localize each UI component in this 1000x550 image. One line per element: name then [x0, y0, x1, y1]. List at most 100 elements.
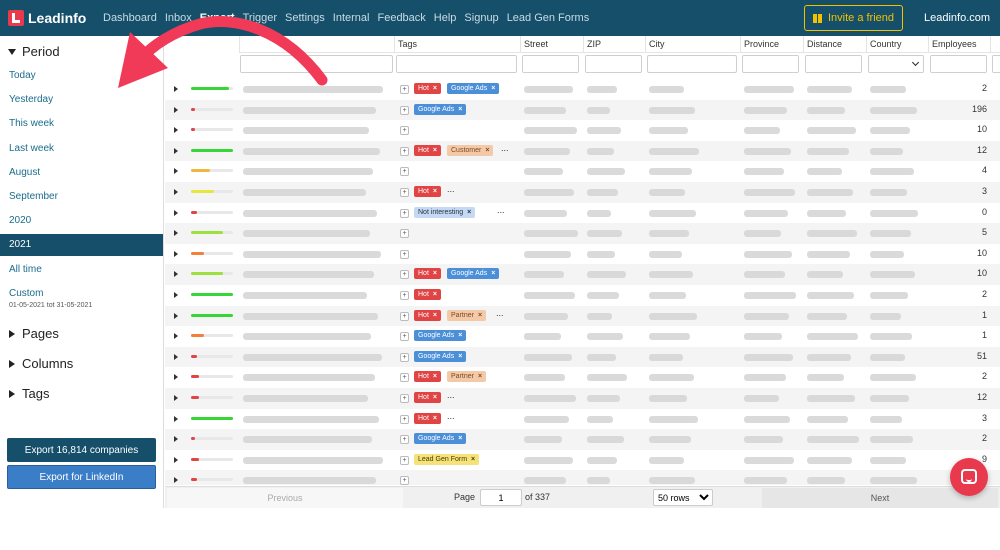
- tags-filter[interactable]: [396, 55, 517, 73]
- add-tag-button[interactable]: +: [400, 373, 409, 383]
- header-zip[interactable]: ZIP: [583, 36, 645, 53]
- table-row[interactable]: + Hot ×... 12: [165, 388, 1000, 409]
- tag-chip[interactable]: Google Ads ×: [414, 433, 467, 445]
- previous-page-button[interactable]: Previous: [167, 488, 403, 508]
- tag-chip[interactable]: Google Ads ×: [414, 103, 467, 115]
- add-tag-button[interactable]: +: [400, 208, 409, 218]
- nav-link-signup[interactable]: Signup: [464, 12, 498, 24]
- table-row[interactable]: + Google Ads × 196: [165, 99, 1000, 121]
- remove-tag-icon[interactable]: ×: [433, 270, 437, 277]
- add-tag-button[interactable]: +: [400, 455, 409, 465]
- remove-tag-icon[interactable]: ×: [433, 291, 437, 298]
- remove-tag-icon[interactable]: ×: [433, 85, 437, 92]
- period-item-2021[interactable]: 2021: [0, 234, 163, 257]
- tag-chip[interactable]: Lead Gen Form ×: [414, 453, 480, 465]
- add-tag-button[interactable]: +: [400, 85, 409, 94]
- remove-tag-icon[interactable]: ×: [433, 394, 437, 401]
- period-item-all-time[interactable]: All time: [0, 259, 163, 281]
- tag-chip[interactable]: Hot ×: [414, 83, 441, 94]
- leadinfo-site-link[interactable]: Leadinfo.com: [924, 12, 990, 24]
- header-employees[interactable]: Employees: [928, 36, 990, 53]
- nav-link-export[interactable]: Export: [200, 12, 235, 24]
- remove-tag-icon[interactable]: ×: [433, 147, 437, 154]
- nav-link-trigger[interactable]: Trigger: [243, 12, 277, 24]
- remove-tag-icon[interactable]: ×: [491, 270, 495, 277]
- table-row[interactable]: +10: [165, 120, 1000, 141]
- rows-per-page-select[interactable]: 50 rows: [653, 489, 713, 506]
- nav-link-feedback[interactable]: Feedback: [377, 12, 425, 24]
- tag-chip[interactable]: Not interesting ×: [414, 206, 476, 218]
- street-filter[interactable]: [522, 55, 579, 73]
- expand-row-icon[interactable]: [174, 374, 178, 381]
- tag-chip[interactable]: Hot ×: [414, 371, 441, 383]
- expand-row-icon[interactable]: [174, 230, 178, 237]
- tag-chip[interactable]: Hot ×: [414, 144, 441, 156]
- table-row[interactable]: + Hot × 2: [165, 285, 1000, 306]
- more-tags-indicator[interactable]: ...: [447, 184, 455, 194]
- remove-tag-icon[interactable]: ×: [458, 106, 462, 113]
- more-tags-indicator[interactable]: ...: [496, 308, 504, 318]
- tag-chip[interactable]: Hot ×: [414, 309, 441, 321]
- add-tag-button[interactable]: +: [400, 126, 409, 136]
- add-tag-button[interactable]: +: [400, 249, 409, 259]
- more-tags-indicator[interactable]: ...: [447, 411, 455, 421]
- remove-tag-icon[interactable]: ×: [471, 456, 475, 463]
- expand-row-icon[interactable]: [174, 456, 178, 463]
- add-tag-button[interactable]: +: [400, 311, 409, 321]
- add-tag-button[interactable]: +: [400, 476, 409, 485]
- header-city[interactable]: City: [645, 36, 740, 53]
- expand-row-icon[interactable]: [174, 250, 178, 257]
- pages-section-header[interactable]: Pages: [8, 326, 59, 341]
- add-tag-button[interactable]: +: [400, 167, 409, 177]
- period-item-today[interactable]: Today: [0, 65, 163, 87]
- nav-link-inbox[interactable]: Inbox: [165, 12, 192, 24]
- more-tags-indicator[interactable]: ...: [501, 143, 509, 153]
- add-tag-button[interactable]: +: [400, 270, 409, 280]
- tag-chip[interactable]: Hot ×: [414, 412, 441, 424]
- add-tag-button[interactable]: +: [400, 352, 409, 362]
- remove-tag-icon[interactable]: ×: [467, 209, 471, 216]
- table-row[interactable]: + Hot × Google Ads × 2: [165, 79, 1000, 100]
- country-filter-select[interactable]: [868, 55, 924, 73]
- table-row[interactable]: + Hot ×... 3: [165, 409, 1000, 430]
- period-item-september[interactable]: September: [0, 186, 163, 208]
- table-row[interactable]: +: [165, 470, 1000, 485]
- expand-row-icon[interactable]: [174, 395, 178, 401]
- period-item-yesterday[interactable]: Yesterday: [0, 89, 163, 111]
- employees-filter[interactable]: [930, 55, 987, 73]
- table-row[interactable]: + Hot × Customer ×... 12: [165, 140, 1000, 162]
- table-row[interactable]: + Hot × Partner × 2: [165, 367, 1000, 388]
- tag-chip[interactable]: Google Ads ×: [447, 268, 500, 280]
- tag-chip[interactable]: Hot ×: [414, 268, 441, 280]
- export-linkedin-button[interactable]: Export for LinkedIn: [7, 465, 156, 489]
- table-row[interactable]: + Lead Gen Form × 9: [165, 450, 1000, 471]
- header-country[interactable]: Country: [866, 36, 928, 53]
- expand-row-icon[interactable]: [174, 86, 178, 92]
- export-companies-button[interactable]: Export 16,814 companies: [7, 438, 156, 462]
- province-filter[interactable]: [742, 55, 799, 73]
- period-item-august[interactable]: August: [0, 162, 163, 184]
- add-tag-button[interactable]: +: [400, 414, 409, 424]
- nav-link-settings[interactable]: Settings: [285, 12, 325, 24]
- remove-tag-icon[interactable]: ×: [478, 373, 482, 380]
- page-number-input[interactable]: [480, 489, 522, 506]
- add-tag-button[interactable]: +: [400, 291, 409, 300]
- more-tags-indicator[interactable]: ...: [447, 390, 455, 400]
- add-tag-button[interactable]: +: [400, 394, 409, 403]
- add-tag-button[interactable]: +: [400, 435, 409, 445]
- table-row[interactable]: +5: [165, 223, 1000, 244]
- remove-tag-icon[interactable]: ×: [458, 353, 462, 360]
- expand-row-icon[interactable]: [174, 415, 178, 422]
- expand-row-icon[interactable]: [174, 271, 178, 278]
- tag-chip[interactable]: Google Ads ×: [414, 350, 467, 362]
- add-tag-button[interactable]: +: [400, 229, 409, 239]
- remove-tag-icon[interactable]: ×: [458, 435, 462, 442]
- period-item-last-week[interactable]: Last week: [0, 138, 163, 160]
- expand-row-icon[interactable]: [174, 209, 178, 216]
- table-row[interactable]: + Google Ads × 2: [165, 429, 1000, 450]
- expand-row-icon[interactable]: [174, 189, 178, 195]
- header-distance[interactable]: Distance: [803, 36, 866, 53]
- tag-chip[interactable]: Partner ×: [447, 309, 487, 321]
- tag-chip[interactable]: Hot ×: [414, 392, 441, 403]
- remove-tag-icon[interactable]: ×: [433, 188, 437, 195]
